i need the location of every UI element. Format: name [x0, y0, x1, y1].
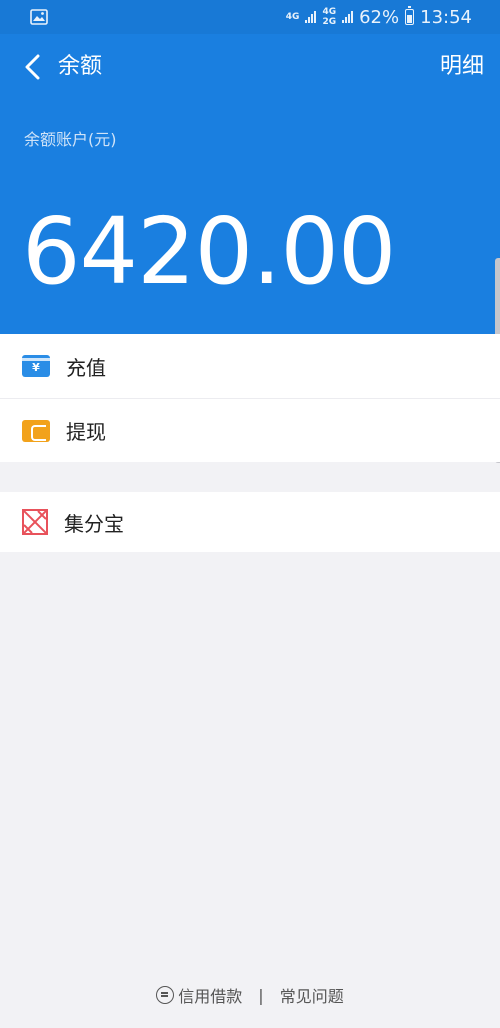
detail-link[interactable]: 明细	[440, 52, 484, 82]
back-button[interactable]	[18, 52, 48, 82]
recharge-icon: ¥	[22, 355, 50, 377]
balance-amount: 6420.00	[22, 198, 396, 305]
jifenbao-icon	[22, 509, 48, 535]
credit-loan-label: 信用借款	[178, 987, 243, 1006]
clock: 13:54	[420, 6, 472, 28]
extra-menu: 集分宝	[0, 492, 500, 552]
footer-links: 信用借款 | 常见问题	[0, 982, 500, 1008]
balance-header: 余额 明细 余额账户(元) 6420.00	[0, 34, 500, 334]
account-label: 余额账户(元)	[24, 130, 117, 149]
credit-loan-link[interactable]: 信用借款	[156, 983, 242, 1007]
balance-menu: ¥ 充值 提现	[0, 334, 500, 462]
signal-icon-1	[305, 11, 317, 23]
signal-icon-2	[342, 11, 354, 23]
yuan-glyph: ¥	[32, 361, 40, 374]
page-title: 余额	[58, 54, 103, 79]
battery-icon	[405, 6, 415, 25]
footer-separator: |	[258, 985, 264, 1005]
network-type-1: 4G	[286, 12, 300, 22]
menu-item-label: 充值	[66, 355, 106, 380]
menu-item-label: 提现	[66, 420, 106, 444]
menu-item-recharge[interactable]: ¥ 充值	[0, 334, 500, 398]
status-bar: 4G 4G 2G 62% 13:54	[0, 0, 500, 34]
network-label-2a: 4G	[322, 7, 337, 17]
status-left	[30, 9, 48, 25]
status-right: 4G 4G 2G 62% 13:54	[286, 6, 472, 28]
menu-item-withdraw[interactable]: 提现	[0, 398, 500, 462]
wallet-icon	[22, 419, 50, 442]
faq-link[interactable]: 常见问题	[280, 983, 344, 1007]
faq-label: 常见问题	[279, 987, 344, 1006]
network-label-1: 4G	[285, 12, 300, 22]
gallery-notification-icon	[30, 9, 48, 25]
network-type-2: 4G 2G	[322, 7, 336, 27]
battery-percent: 62%	[359, 6, 400, 28]
chevron-left-icon	[25, 54, 40, 80]
loan-icon	[156, 986, 175, 1004]
menu-item-label: 集分宝	[64, 511, 124, 536]
network-label-2b: 2G	[322, 17, 337, 27]
menu-item-jifenbao[interactable]: 集分宝	[0, 492, 500, 552]
